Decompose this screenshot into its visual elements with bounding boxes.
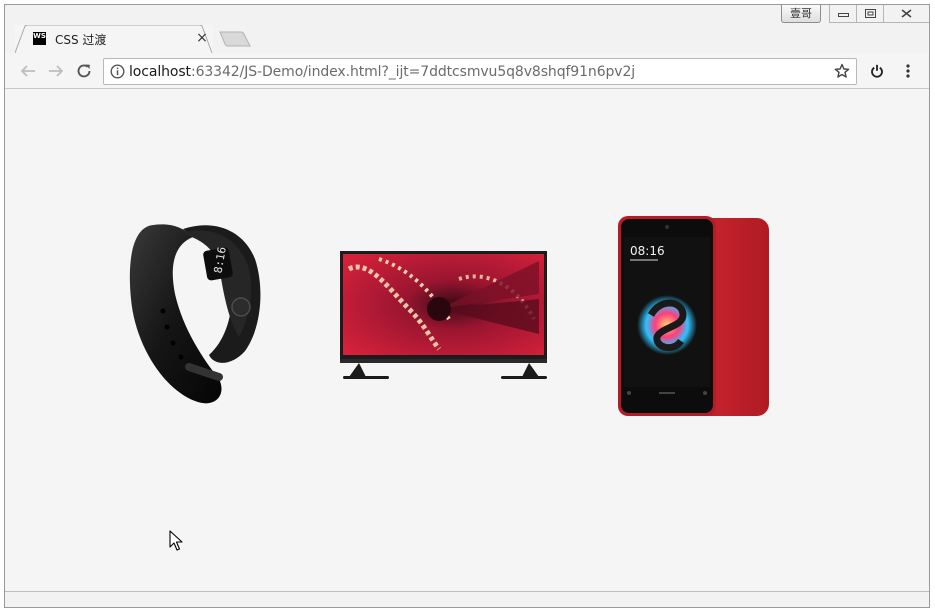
extension-button[interactable] — [867, 61, 887, 81]
back-button[interactable] — [18, 61, 38, 81]
new-tab-icon — [219, 31, 251, 47]
tab-title: CSS 过渡 — [55, 33, 107, 47]
minimize-button[interactable] — [829, 5, 856, 23]
reload-icon — [77, 64, 91, 78]
address-bar[interactable]: localhost:63342/JS-Demo/index.html?_ijt=… — [103, 58, 857, 85]
tab-css-transition[interactable]: WS CSS 过渡 × — [15, 25, 213, 53]
close-window-button[interactable] — [883, 5, 929, 23]
mouse-cursor-icon — [169, 530, 183, 551]
browser-window: 壹哥 WS CSS 过渡 × localhost:63342/JS-Demo/i… — [4, 4, 930, 608]
minimize-icon — [837, 12, 849, 17]
webstorm-favicon-icon: WS — [33, 32, 46, 45]
kebab-menu-icon — [906, 64, 910, 78]
forward-arrow-icon — [49, 65, 64, 77]
url-path: :63342/JS-Demo/index.html?_ijt=7ddtcsmvu… — [190, 64, 636, 80]
smartphone-image[interactable]: 08:16 — [617, 215, 771, 417]
maximize-button[interactable] — [856, 5, 883, 23]
maximize-icon — [864, 8, 876, 18]
power-icon — [871, 64, 883, 78]
close-icon — [901, 9, 912, 18]
browser-menu-button[interactable] — [898, 61, 918, 81]
info-icon[interactable] — [110, 64, 125, 79]
window-controls — [829, 5, 929, 23]
reload-button[interactable] — [74, 61, 94, 81]
fitness-band-image[interactable]: 8:16 — [123, 219, 263, 409]
new-tab-button[interactable] — [219, 31, 251, 47]
url-text[interactable]: localhost:63342/JS-Demo/index.html?_ijt=… — [129, 64, 635, 80]
browser-toolbar: localhost:63342/JS-Demo/index.html?_ijt=… — [5, 53, 929, 89]
page-viewport: 8:16 08:16 — [5, 89, 929, 591]
url-host: localhost — [129, 64, 191, 80]
star-icon[interactable] — [834, 63, 850, 79]
television-image[interactable] — [339, 249, 549, 387]
tab-close-icon[interactable]: × — [195, 30, 209, 46]
phone-clock: 08:16 — [630, 244, 665, 258]
title-bar: 壹哥 WS CSS 过渡 × — [5, 5, 929, 53]
window-bottom-edge — [5, 591, 929, 607]
forward-button[interactable] — [46, 61, 66, 81]
back-arrow-icon — [20, 65, 35, 77]
profile-button[interactable]: 壹哥 — [781, 5, 821, 23]
